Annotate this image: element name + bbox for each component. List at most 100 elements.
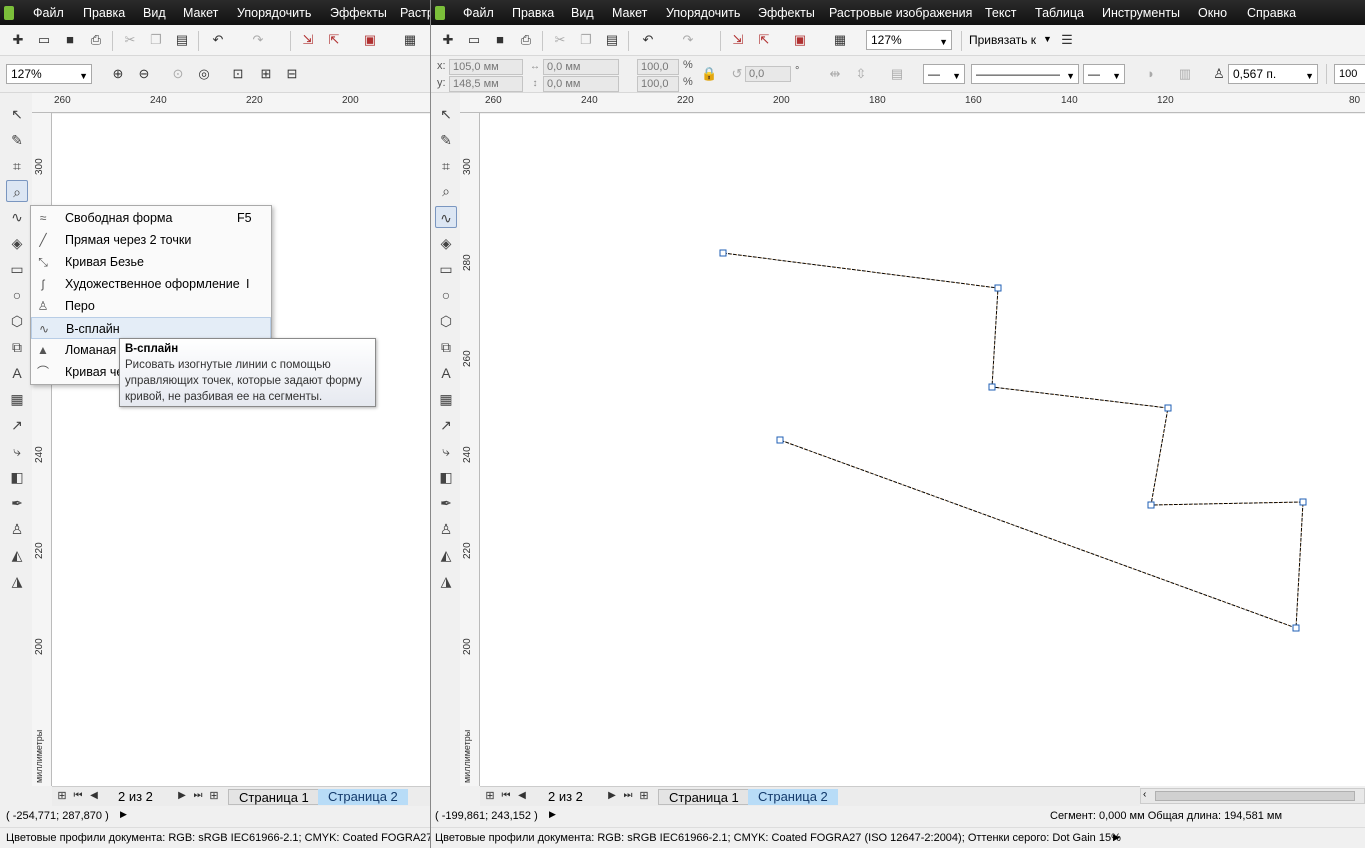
export-icon[interactable]: ⇱	[326, 32, 342, 48]
dimension-tool-icon[interactable]: ↗	[435, 414, 457, 436]
size-field[interactable]: 100	[1334, 64, 1365, 84]
zoom-all-icon[interactable]: ◎	[196, 66, 212, 82]
menu-effects[interactable]: Эффекты	[758, 6, 815, 20]
zoom-height-icon[interactable]: ⊟	[284, 66, 300, 82]
next-page-icon[interactable]: ▶	[174, 788, 190, 804]
curve-tool-icon[interactable]: ∿	[6, 206, 28, 228]
menu-layout[interactable]: Макет	[183, 6, 218, 20]
menu-arrange[interactable]: Упорядочить	[666, 6, 740, 20]
close-curve-icon[interactable]: ◗	[1143, 66, 1159, 82]
menu-layout[interactable]: Макет	[612, 6, 647, 20]
import-icon[interactable]: ⇲	[730, 32, 746, 48]
zoom-out-icon[interactable]: ⊖	[136, 66, 152, 82]
text-tool-icon[interactable]: A	[6, 362, 28, 384]
menu-bitmaps[interactable]: Растровые изображения	[829, 6, 972, 20]
save-icon[interactable]: ■	[62, 32, 78, 48]
flyout-item-pen[interactable]: ♙ Перо	[31, 295, 271, 317]
crop-tool-icon[interactable]: ⌗	[6, 155, 28, 177]
control-point[interactable]	[719, 249, 727, 257]
table-tool-icon[interactable]: ▦	[435, 388, 457, 410]
copy-icon[interactable]: ❐	[148, 32, 164, 48]
rectangle-tool-icon[interactable]: ▭	[435, 258, 457, 280]
shape-tool-icon[interactable]: ✎	[435, 129, 457, 151]
menu-edit[interactable]: Правка	[83, 6, 125, 20]
control-point[interactable]	[1292, 624, 1300, 632]
end-arrow-combo[interactable]: — ▼	[1083, 64, 1125, 84]
control-point[interactable]	[994, 284, 1002, 292]
zoom-level-combo[interactable]: 127% ▼	[6, 64, 92, 84]
menu-view[interactable]: Вид	[571, 6, 594, 20]
outline-pen-icon[interactable]: ♙	[435, 518, 457, 540]
ellipse-tool-icon[interactable]: ○	[435, 284, 457, 306]
menu-tools[interactable]: Инструменты	[1102, 6, 1180, 20]
control-point[interactable]	[1147, 501, 1155, 509]
flyout-item-bspline[interactable]: ∿ В-сплайн	[31, 317, 271, 339]
flyout-item-artistic-media[interactable]: ʃ Художественное оформление I	[31, 273, 271, 295]
interactive-mesh-icon[interactable]: ◮	[6, 570, 28, 592]
last-page-icon[interactable]: ⏭	[620, 788, 636, 804]
y-position-field[interactable]: 148,5 мм	[449, 76, 523, 92]
flyout-item-freehand[interactable]: ≈ Свободная форма F5	[31, 207, 271, 229]
flyout-item-bezier[interactable]: ⤡ Кривая Безье	[31, 251, 271, 273]
eyedropper-icon[interactable]: ✒	[435, 492, 457, 514]
scrollbar-thumb[interactable]	[1155, 791, 1355, 801]
basic-shapes-icon[interactable]: ⧉	[6, 336, 28, 358]
interactive-fill-icon[interactable]: ◧	[435, 466, 457, 488]
zoom-level-combo[interactable]: 127% ▼	[866, 30, 952, 50]
menu-window[interactable]: Окно	[1198, 6, 1227, 20]
fill-bucket-icon[interactable]: ◭	[435, 544, 457, 566]
add-page-after-icon[interactable]: ⊞	[206, 788, 222, 804]
fill-bucket-icon[interactable]: ◭	[6, 544, 28, 566]
save-icon[interactable]: ■	[492, 32, 508, 48]
welcome-screen-icon[interactable]: ▦	[402, 32, 418, 48]
snap-options-icon[interactable]: ☰	[1059, 32, 1075, 48]
add-page-icon[interactable]: ⊞	[54, 788, 70, 804]
undo-icon[interactable]: ↶	[210, 32, 226, 48]
pick-tool-icon[interactable]: ↖	[6, 103, 28, 125]
paste-icon[interactable]: ▤	[604, 32, 620, 48]
open-icon[interactable]: ▭	[466, 32, 482, 48]
menu-table[interactable]: Таблица	[1035, 6, 1084, 20]
zoom-in-icon[interactable]: ⊕	[110, 66, 126, 82]
control-point[interactable]	[988, 383, 996, 391]
export-icon[interactable]: ⇱	[756, 32, 772, 48]
start-arrow-combo[interactable]: — ▼	[923, 64, 965, 84]
bspline-tool-icon[interactable]: ∿	[435, 206, 457, 228]
menu-arrange[interactable]: Упорядочить	[237, 6, 311, 20]
first-page-icon[interactable]: ⏮	[498, 788, 514, 804]
crop-tool-icon[interactable]: ⌗	[435, 155, 457, 177]
tab-page-2[interactable]: Страница 2	[748, 789, 838, 805]
scroll-left-icon[interactable]: ‹	[1143, 789, 1146, 800]
polygon-tool-icon[interactable]: ⬡	[6, 310, 28, 332]
menu-edit[interactable]: Правка	[512, 6, 554, 20]
connector-tool-icon[interactable]: ⤷	[6, 440, 28, 462]
mirror-horizontal-icon[interactable]: ⇹	[827, 66, 843, 82]
expand-arrow-icon[interactable]: ▶	[1113, 832, 1120, 843]
tab-page-2[interactable]: Страница 2	[318, 789, 408, 805]
new-document-icon[interactable]: ✚	[440, 32, 456, 48]
open-icon[interactable]: ▭	[36, 32, 52, 48]
first-page-icon[interactable]: ⏮	[70, 788, 86, 804]
menu-bitmaps[interactable]: Растр	[400, 6, 430, 20]
dimension-tool-icon[interactable]: ↗	[6, 414, 28, 436]
expand-arrow-icon[interactable]: ▶	[120, 809, 127, 820]
zoom-tool-icon[interactable]: ⌕	[6, 180, 28, 202]
cut-icon[interactable]: ✂	[552, 32, 568, 48]
wrap-text-icon[interactable]: ▤	[889, 66, 905, 82]
basic-shapes-icon[interactable]: ⧉	[435, 336, 457, 358]
flyout-item-two-point-line[interactable]: ╱ Прямая через 2 точки	[31, 229, 271, 251]
redo-icon[interactable]: ↷	[250, 32, 266, 48]
shape-tool-icon[interactable]: ✎	[6, 129, 28, 151]
print-icon[interactable]: ⎙	[88, 32, 104, 48]
eyedropper-icon[interactable]: ✒	[6, 492, 28, 514]
height-field[interactable]: 0,0 мм	[543, 76, 619, 92]
x-position-field[interactable]: 105,0 мм	[449, 59, 523, 75]
outline-pen-icon[interactable]: ♙	[6, 518, 28, 540]
outline-width-combo[interactable]: 0,567 п. ▼	[1228, 64, 1318, 84]
welcome-screen-icon[interactable]: ▦	[832, 32, 848, 48]
last-page-icon[interactable]: ⏭	[190, 788, 206, 804]
publish-pdf-icon[interactable]: ▣	[362, 32, 378, 48]
rotation-field[interactable]: 0,0	[745, 66, 791, 82]
scale-x-field[interactable]: 100,0	[637, 59, 679, 75]
menu-help[interactable]: Справка	[1247, 6, 1296, 20]
